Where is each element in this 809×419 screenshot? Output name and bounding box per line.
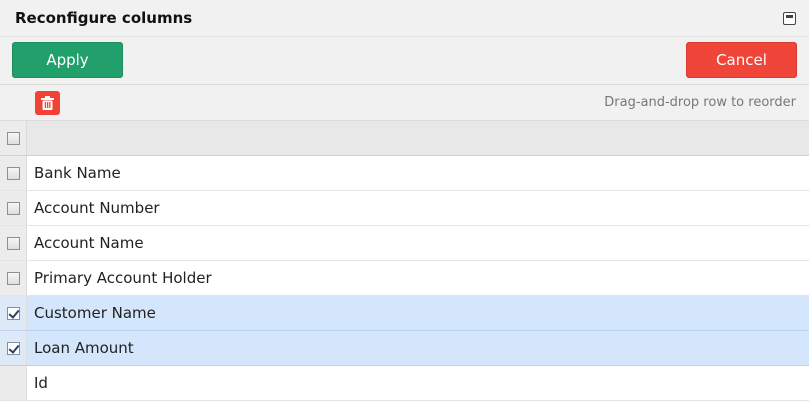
header-check-cell (0, 121, 27, 155)
trash-icon (41, 96, 54, 110)
row-checkbox[interactable] (7, 167, 20, 180)
columns-grid: Bank Name Account Number Account Name Pr… (0, 121, 809, 401)
grid-toolbar: Drag-and-drop row to reorder (0, 85, 809, 121)
dialog-titlebar: Reconfigure columns (0, 0, 809, 37)
dialog-toolbar: Apply Cancel (0, 37, 809, 85)
table-row[interactable]: Account Number (0, 191, 809, 226)
row-checkbox[interactable] (7, 202, 20, 215)
table-row[interactable]: Loan Amount (0, 331, 809, 366)
column-name: Primary Account Holder (34, 269, 212, 287)
column-name: Account Name (34, 234, 144, 252)
check-cell (0, 191, 27, 225)
reorder-hint: Drag-and-drop row to reorder (604, 95, 796, 110)
maximize-icon[interactable] (783, 12, 796, 25)
check-cell (0, 156, 27, 190)
row-checkbox[interactable] (7, 272, 20, 285)
check-cell (0, 331, 27, 365)
table-row[interactable]: Id (0, 366, 809, 401)
delete-button[interactable] (35, 91, 60, 115)
row-checkbox[interactable] (7, 307, 20, 320)
cancel-button[interactable]: Cancel (686, 42, 797, 78)
row-checkbox[interactable] (7, 342, 20, 355)
grid-header-row (0, 121, 809, 156)
dialog-title: Reconfigure columns (15, 9, 193, 27)
column-name: Bank Name (34, 164, 121, 182)
check-cell (0, 226, 27, 260)
column-name: Id (34, 374, 48, 392)
table-row[interactable]: Account Name (0, 226, 809, 261)
check-cell (0, 296, 27, 330)
check-cell (0, 261, 27, 295)
table-row[interactable]: Customer Name (0, 296, 809, 331)
column-name: Account Number (34, 199, 160, 217)
table-row[interactable]: Bank Name (0, 156, 809, 191)
select-all-checkbox[interactable] (7, 132, 20, 145)
column-name: Customer Name (34, 304, 156, 322)
table-row[interactable]: Primary Account Holder (0, 261, 809, 296)
column-name: Loan Amount (34, 339, 134, 357)
apply-button[interactable]: Apply (12, 42, 123, 78)
check-cell (0, 366, 27, 400)
row-checkbox[interactable] (7, 237, 20, 250)
